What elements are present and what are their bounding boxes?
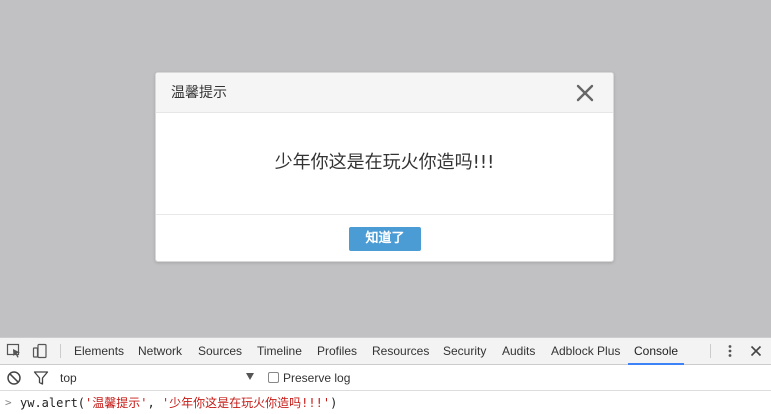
tab-audits[interactable]: Audits xyxy=(502,338,535,364)
tab-profiles[interactable]: Profiles xyxy=(317,338,357,364)
preserve-log-label[interactable]: Preserve log xyxy=(283,370,350,386)
tab-resources[interactable]: Resources xyxy=(372,338,429,364)
close-icon[interactable] xyxy=(575,83,595,103)
code-suffix: ) xyxy=(330,396,338,410)
code-separator: , xyxy=(147,396,162,410)
inspect-element-icon[interactable] xyxy=(6,343,22,359)
filter-icon[interactable] xyxy=(33,370,49,386)
code-arg-message: '少年你这是在玩火你造吗!!!' xyxy=(161,396,331,410)
tab-console[interactable]: Console xyxy=(628,338,685,365)
code-arg-title: '温馨提示' xyxy=(85,396,148,410)
device-mode-icon[interactable] xyxy=(32,343,48,359)
context-selector[interactable]: top xyxy=(60,370,77,386)
tab-adblock-plus[interactable]: Adblock Plus xyxy=(551,338,620,364)
code-prefix: yw.alert( xyxy=(20,396,86,410)
dialog-message: 少年你这是在玩火你造吗!!! xyxy=(274,152,495,173)
close-devtools-icon[interactable] xyxy=(748,343,764,359)
ok-button[interactable]: 知道了 xyxy=(349,227,421,251)
toolbar-divider xyxy=(710,344,711,358)
tab-network[interactable]: Network xyxy=(138,338,182,364)
tab-sources[interactable]: Sources xyxy=(198,338,242,364)
tab-timeline[interactable]: Timeline xyxy=(257,338,302,364)
console-toolbar: top Preserve log xyxy=(0,365,771,391)
console-command: yw.alert('温馨提示', '少年你这是在玩火你造吗!!!') xyxy=(20,392,337,414)
console-input-line[interactable]: > yw.alert('温馨提示', '少年你这是在玩火你造吗!!!') xyxy=(0,392,771,414)
alert-dialog: 温馨提示 少年你这是在玩火你造吗!!! 知道了 xyxy=(155,72,614,262)
chevron-down-icon[interactable] xyxy=(246,373,254,380)
page-overlay: 温馨提示 少年你这是在玩火你造吗!!! 知道了 xyxy=(0,0,771,337)
dialog-footer: 知道了 xyxy=(156,215,613,261)
preserve-log-checkbox[interactable] xyxy=(268,372,279,383)
clear-console-icon[interactable] xyxy=(6,370,22,386)
toolbar-divider xyxy=(60,344,61,358)
devtools-panel: Elements Network Sources Timeline Profil… xyxy=(0,337,771,414)
tab-elements[interactable]: Elements xyxy=(74,338,124,364)
console-prompt-icon: > xyxy=(5,396,12,409)
dialog-title: 温馨提示 xyxy=(171,85,227,101)
dialog-header: 温馨提示 xyxy=(156,73,613,113)
more-options-icon[interactable] xyxy=(722,343,738,359)
devtools-tabbar: Elements Network Sources Timeline Profil… xyxy=(0,338,771,365)
tab-security[interactable]: Security xyxy=(443,338,486,364)
dialog-body: 少年你这是在玩火你造吗!!! xyxy=(156,113,613,215)
